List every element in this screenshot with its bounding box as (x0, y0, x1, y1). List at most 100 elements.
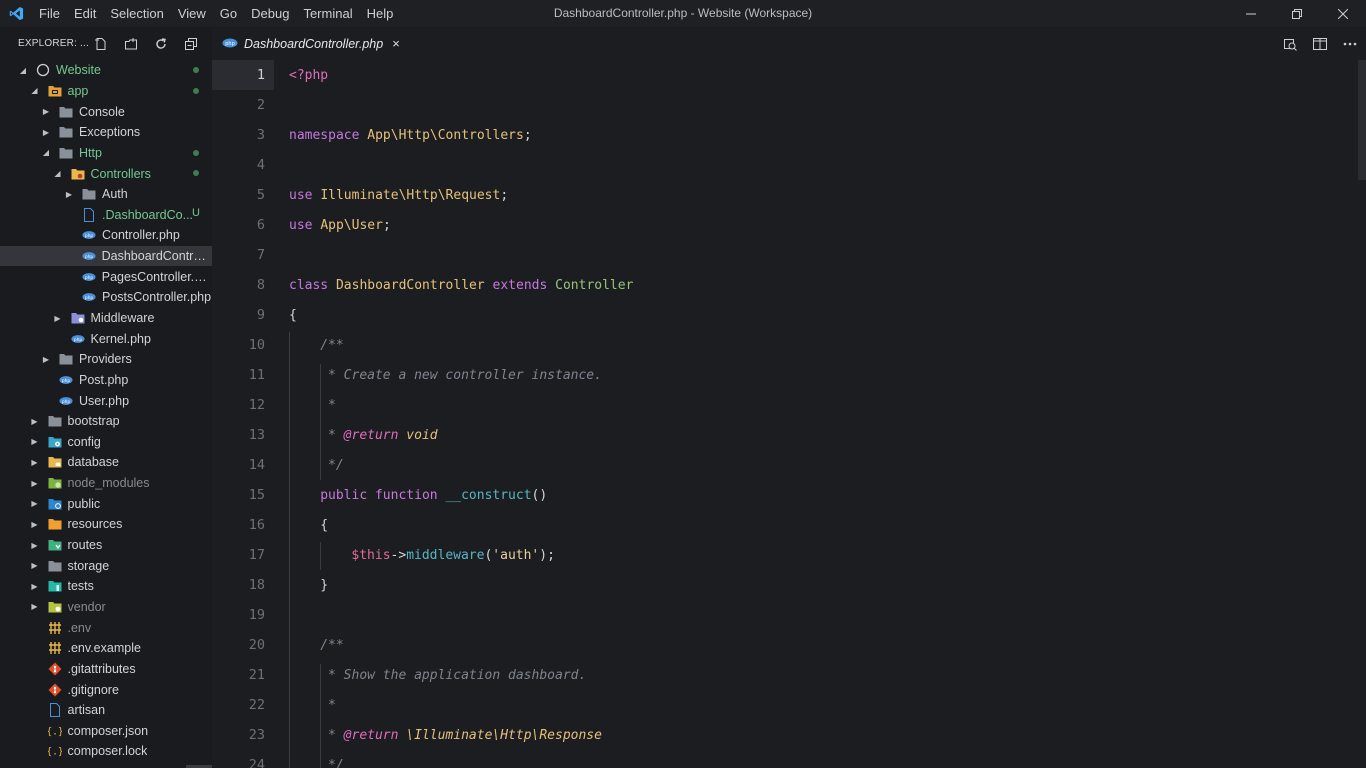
tree-item[interactable]: ▶ storage (0, 555, 212, 576)
json-icon: {.} (48, 745, 62, 758)
tree-item[interactable]: ▶ Console (0, 101, 212, 122)
json-icon: {.} (48, 725, 62, 737)
tree-item[interactable]: php PostsController.php (0, 287, 212, 308)
editor-scrollbar[interactable] (1358, 60, 1366, 180)
tree-item[interactable]: artisan (0, 700, 212, 721)
close-window-button[interactable] (1320, 0, 1366, 27)
tree-item[interactable]: php Post.php (0, 370, 212, 391)
tree-item[interactable]: ◢ app (0, 81, 212, 102)
folder-config-icon (48, 436, 62, 448)
vscode-logo-icon (0, 0, 32, 27)
refresh-icon[interactable] (152, 35, 170, 53)
tab-close-button[interactable]: × (392, 36, 400, 51)
menu-terminal[interactable]: Terminal (296, 0, 359, 27)
open-changes-icon[interactable] (1282, 36, 1298, 52)
menu-file[interactable]: File (32, 0, 67, 27)
tree-item[interactable]: ▶ bootstrap (0, 411, 212, 432)
tree-item[interactable]: {.} composer.json (0, 721, 212, 742)
new-file-icon[interactable] (92, 35, 110, 53)
tree-item[interactable]: ▶ public (0, 493, 212, 514)
tree-item[interactable]: ▶ Auth (0, 184, 212, 205)
code-token: 'auth' (492, 547, 540, 563)
split-editor-icon[interactable] (1312, 36, 1328, 52)
line-number: 13 (248, 427, 265, 443)
more-actions-icon[interactable] (1342, 36, 1358, 52)
tree-item[interactable]: ◢ Controllers (0, 163, 212, 184)
tree-item-label: app (67, 83, 89, 98)
chevron-right-icon: ▶ (42, 107, 50, 117)
tree-item[interactable]: .gitattributes (0, 659, 212, 680)
line-number: 16 (248, 517, 265, 533)
folder-node-icon (48, 477, 62, 489)
tree-item[interactable]: ▶ config (0, 432, 212, 453)
tree-item[interactable]: php PagesController.php (0, 266, 212, 287)
tree-item[interactable]: ▶ tests (0, 576, 212, 597)
tree-item[interactable]: ▶ database (0, 452, 212, 473)
tree-item[interactable]: ▶ Providers (0, 349, 212, 370)
chevron-down-icon: ◢ (54, 169, 61, 179)
folder-database-icon (48, 456, 62, 468)
menu-edit[interactable]: Edit (67, 0, 103, 27)
collapse-all-icon[interactable] (182, 35, 200, 53)
code-line: 6 use App\User; (212, 210, 1366, 240)
code-text: use Illuminate\Http\Request; (289, 188, 508, 203)
menu-view[interactable]: View (171, 0, 213, 27)
tree-item[interactable]: ▶ vendor (0, 597, 212, 618)
folder-vendor-icon (48, 601, 62, 613)
code-token: void (406, 427, 438, 443)
tree-item[interactable]: php DashboardControll... (0, 245, 212, 267)
menu-debug[interactable]: Debug (244, 0, 296, 27)
tree-item[interactable]: ▶ Middleware (0, 308, 212, 329)
git-icon (48, 683, 62, 697)
line-number: 2 (256, 97, 265, 113)
tree-item[interactable]: {.} composer.lock (0, 741, 212, 762)
tree-item[interactable]: ◢ Website (0, 60, 212, 81)
tree-item[interactable]: .DashboardCo... U (0, 204, 212, 225)
tab-bar: php DashboardController.php × (212, 27, 1366, 60)
tree-item[interactable]: php User.php (0, 390, 212, 411)
tree-item[interactable]: ◢ Http (0, 143, 212, 164)
chevron-right-icon: ▶ (31, 416, 38, 426)
menu-go[interactable]: Go (213, 0, 244, 27)
code-line: 17 $this->middleware('auth'); (212, 540, 1366, 570)
file-icon (48, 703, 62, 718)
code-editor[interactable]: 1 <?php 2 3 namespace App\Http\Controllers; 4… (212, 60, 1366, 768)
file-icon (82, 207, 96, 222)
restore-button[interactable] (1274, 0, 1320, 27)
tree-item[interactable]: .env.example (0, 638, 212, 659)
svg-text:{.}: {.} (48, 747, 62, 758)
code-token: extends (492, 277, 548, 293)
tree-item[interactable]: php Kernel.php (0, 328, 212, 349)
line-number: 22 (248, 697, 265, 713)
code-line: 23 * @return \Illuminate\Http\Response (212, 720, 1366, 750)
tree-item[interactable]: .gitignore (0, 679, 212, 700)
folder-public-icon (48, 498, 62, 510)
tree-item[interactable]: ▶ routes (0, 535, 212, 556)
tree-item[interactable]: ▶ node_modules (0, 473, 212, 494)
menu-selection[interactable]: Selection (103, 0, 170, 27)
tree-item-label: Middleware (90, 311, 155, 325)
line-number: 4 (256, 157, 265, 173)
chevron-right-icon: ▶ (31, 499, 38, 509)
tab-dashboardcontroller[interactable]: php DashboardController.php × (212, 27, 400, 60)
code-text: * (320, 398, 336, 413)
tree-item[interactable]: ▶ Exceptions (0, 122, 212, 143)
minimize-button[interactable] (1228, 0, 1274, 27)
env-icon (48, 642, 62, 655)
new-folder-icon[interactable] (122, 35, 140, 53)
title-bar: File Edit Selection View Go Debug Terminal Help… (0, 0, 1366, 27)
folder-resources-icon (48, 518, 62, 530)
line-number: 19 (248, 607, 265, 623)
line-number: 20 (248, 637, 265, 653)
tree-item[interactable]: .env (0, 617, 212, 638)
line-number: 9 (256, 307, 265, 323)
menu-help[interactable]: Help (360, 0, 401, 27)
svg-text:{.}: {.} (48, 726, 62, 737)
tree-item[interactable]: php Controller.php (0, 225, 212, 246)
chevron-right-icon: ▶ (42, 354, 50, 364)
tree-item[interactable]: ▶ resources (0, 514, 212, 535)
code-token: { (289, 307, 297, 323)
code-line: 9{ (212, 300, 1366, 330)
code-token: class (289, 277, 329, 293)
